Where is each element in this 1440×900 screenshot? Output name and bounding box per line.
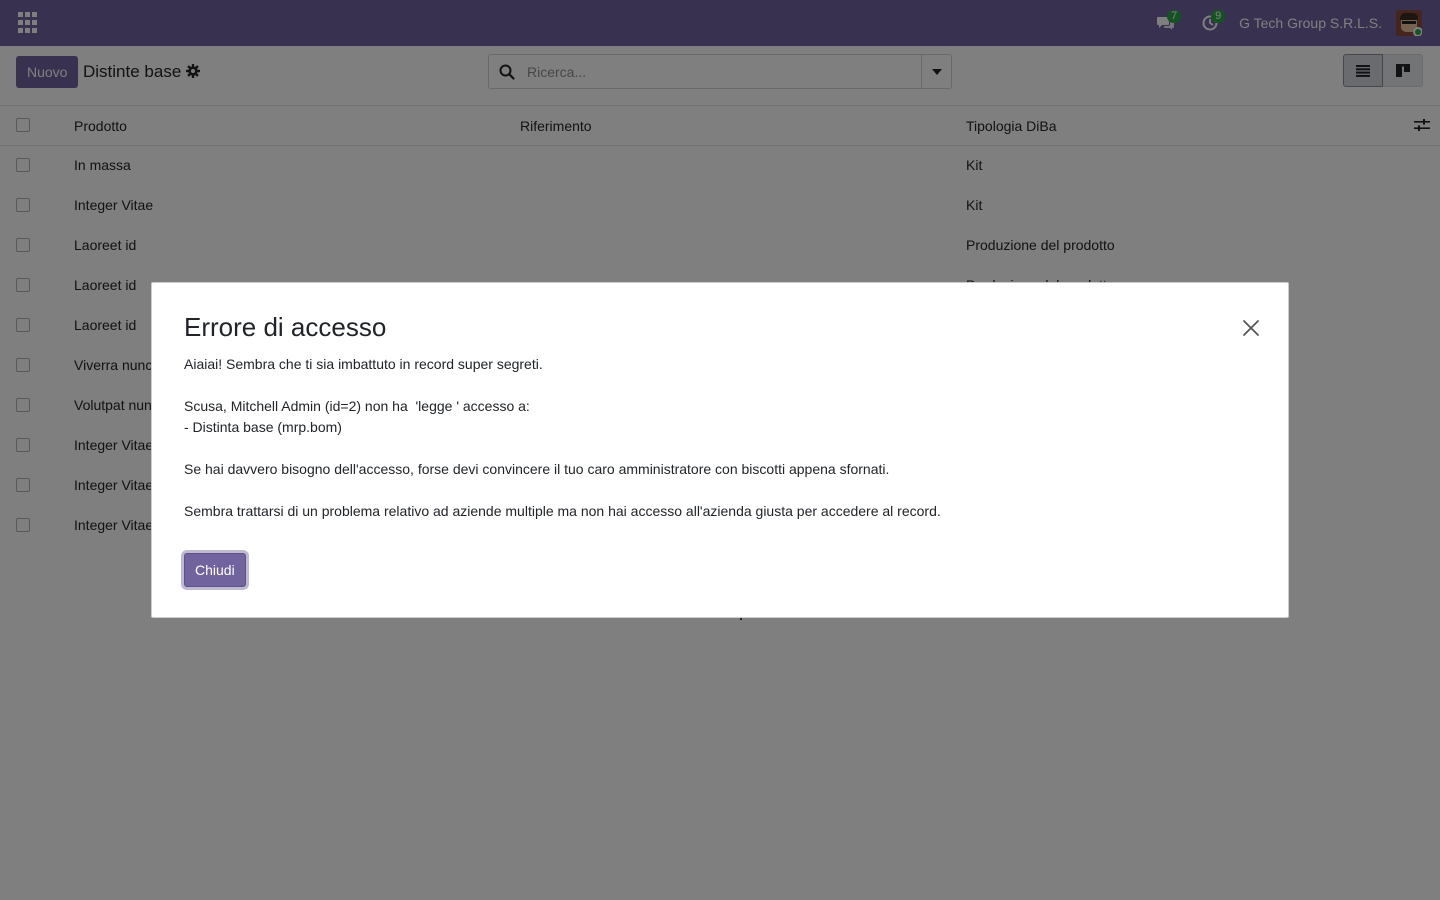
access-error-dialog: Errore di accesso Aiaiai! Sembra che ti …	[151, 282, 1289, 618]
close-icon[interactable]	[1238, 315, 1264, 341]
dialog-title: Errore di accesso	[184, 312, 387, 342]
dialog-message-model: - Distinta base (mrp.bom)	[184, 419, 342, 435]
dialog-message-access: Scusa, Mitchell Admin (id=2) non ha 'leg…	[184, 398, 530, 414]
close-button[interactable]: Chiudi	[184, 553, 246, 587]
dialog-message-multicompany: Sembra trattarsi di un problema relativo…	[184, 503, 941, 519]
dialog-message-intro: Aiaiai! Sembra che ti sia imbattuto in r…	[184, 356, 543, 372]
dialog-message-hint: Se hai davvero bisogno dell'accesso, for…	[184, 461, 890, 477]
